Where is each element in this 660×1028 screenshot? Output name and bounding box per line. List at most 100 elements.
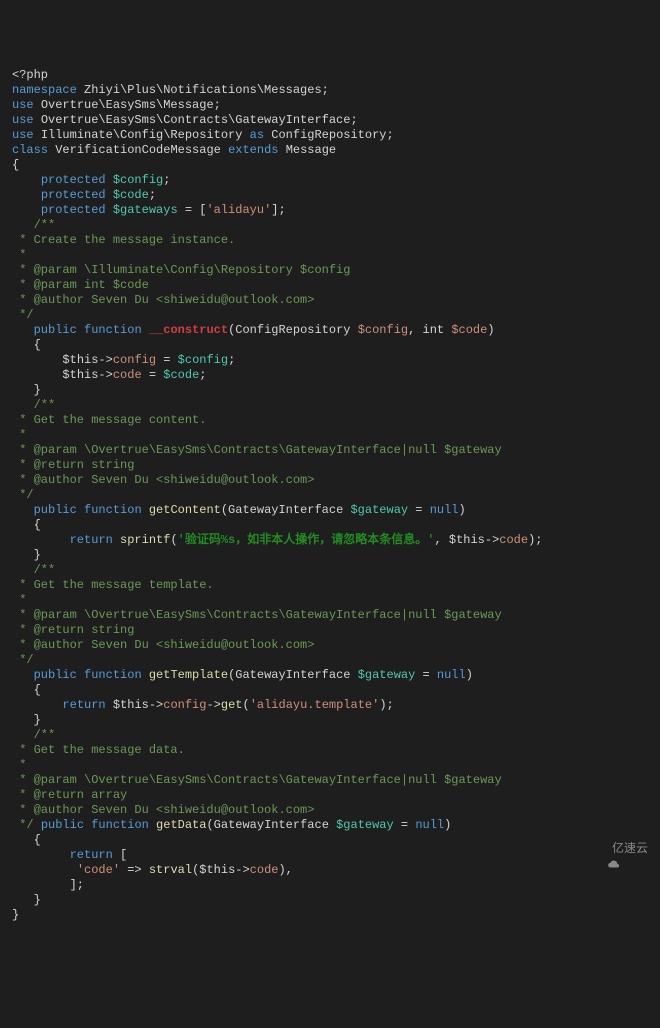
brace-close: } — [34, 383, 41, 397]
comment-star: * — [12, 428, 26, 442]
comment-author: * @author Seven Du <shiweidu@outlook.com… — [12, 803, 314, 817]
keyword-protected: protected — [41, 203, 106, 217]
text — [242, 128, 249, 142]
text — [142, 503, 149, 517]
constructor: __construct — [149, 323, 228, 337]
param-config: $config — [358, 323, 408, 337]
prop-code: code — [499, 533, 528, 547]
comment-author: * @author Seven Du <shiweidu@outlook.com… — [12, 473, 314, 487]
comma-this: , $this-> — [434, 533, 499, 547]
close-paren: ) — [459, 503, 466, 517]
comment-param: * @param int $code — [12, 278, 149, 292]
use-path: Overtrue\EasySms\Contracts\GatewayInterf… — [41, 113, 358, 127]
comment-param: * @param \Overtrue\EasySms\Contracts\Gat… — [12, 608, 502, 622]
close: ); — [528, 533, 542, 547]
text — [106, 203, 113, 217]
equals: = — [408, 503, 430, 517]
keyword-return: return — [70, 848, 113, 862]
comment-close: */ — [12, 818, 41, 832]
text — [142, 323, 149, 337]
comment-star: * — [12, 248, 26, 262]
text — [106, 188, 113, 202]
text — [34, 113, 41, 127]
bracket-close: ]; — [271, 203, 285, 217]
var-code: $code — [113, 188, 149, 202]
watermark: 亿速云 — [594, 841, 648, 856]
prop-code: code — [113, 368, 142, 382]
text — [77, 503, 84, 517]
function-name: getTemplate — [149, 668, 228, 682]
this-arrow: $this-> — [62, 368, 112, 382]
text — [142, 668, 149, 682]
text — [278, 143, 285, 157]
comment-open: /** — [34, 398, 56, 412]
keyword-function: function — [84, 323, 142, 337]
comment-line: * Get the message data. — [12, 743, 185, 757]
function-name: getContent — [149, 503, 221, 517]
equals: = — [142, 368, 164, 382]
param-code: $code — [451, 323, 487, 337]
comment-param: * @param \Overtrue\EasySms\Contracts\Gat… — [12, 773, 502, 787]
param-gateway: $gateway — [350, 503, 408, 517]
comment-author: * @author Seven Du <shiweidu@outlook.com… — [12, 638, 314, 652]
sig-open: (GatewayInterface — [221, 503, 351, 517]
keyword-use: use — [12, 128, 34, 142]
text — [106, 173, 113, 187]
function-strval: strval — [149, 863, 192, 877]
comment-open: /** — [34, 563, 56, 577]
keyword-public: public — [34, 668, 77, 682]
comment-star: * — [12, 593, 26, 607]
semicolon: ; — [228, 353, 235, 367]
comment-close: */ — [12, 488, 34, 502]
keyword-function: function — [91, 818, 149, 832]
null-keyword: null — [430, 503, 459, 517]
this-arrow: $this-> — [106, 698, 164, 712]
chinese-string: '验证码%s，如非本人操作，请忽略本条信息。' — [178, 533, 435, 547]
array-close: ]; — [70, 878, 84, 892]
brace-open: { — [34, 683, 41, 697]
brace-close: } — [34, 548, 41, 562]
parent-class: Message — [286, 143, 336, 157]
keyword-extends: extends — [228, 143, 278, 157]
var-gateways: $gateways — [113, 203, 178, 217]
brace-open: { — [34, 518, 41, 532]
null-keyword: null — [437, 668, 466, 682]
equals-bracket: = [ — [178, 203, 207, 217]
comment-author: * @author Seven Du <shiweidu@outlook.com… — [12, 293, 314, 307]
cloud-icon — [594, 842, 608, 856]
brace-close: } — [12, 908, 19, 922]
namespace-path: Zhiyi\Plus\Notifications\Messages; — [84, 83, 329, 97]
array-key-code: 'code' — [77, 863, 120, 877]
text — [149, 818, 156, 832]
array-open: [ — [113, 848, 127, 862]
close-paren: ) — [466, 668, 473, 682]
code-block: <?php namespace Zhiyi\Plus\Notifications… — [12, 68, 648, 923]
comment-return: * @return string — [12, 623, 134, 637]
keyword-function: function — [84, 668, 142, 682]
keyword-public: public — [34, 503, 77, 517]
text — [34, 98, 41, 112]
comment-param: * @param \Illuminate\Config\Repository $… — [12, 263, 350, 277]
comment-close: */ — [12, 308, 34, 322]
prop-config: config — [163, 698, 206, 712]
comment-line: * Get the message template. — [12, 578, 214, 592]
keyword-use: use — [12, 113, 34, 127]
var-config: $config — [178, 353, 228, 367]
strval-open: ($this-> — [192, 863, 250, 877]
arrow: -> — [206, 698, 220, 712]
keyword-protected: protected — [41, 173, 106, 187]
sig-open: (GatewayInterface — [206, 818, 336, 832]
use-path: Illuminate\Config\Repository — [41, 128, 243, 142]
close: ); — [379, 698, 393, 712]
semicolon: ; — [149, 188, 156, 202]
paren-open: ( — [242, 698, 249, 712]
string-alidayu: 'alidayu' — [206, 203, 271, 217]
brace-open: { — [12, 158, 19, 172]
comment-return: * @return string — [12, 458, 134, 472]
brace-close: } — [34, 893, 41, 907]
brace-close: } — [34, 713, 41, 727]
semicolon: ; — [199, 368, 206, 382]
equals: = — [394, 818, 416, 832]
keyword-class: class — [12, 143, 48, 157]
keyword-protected: protected — [41, 188, 106, 202]
